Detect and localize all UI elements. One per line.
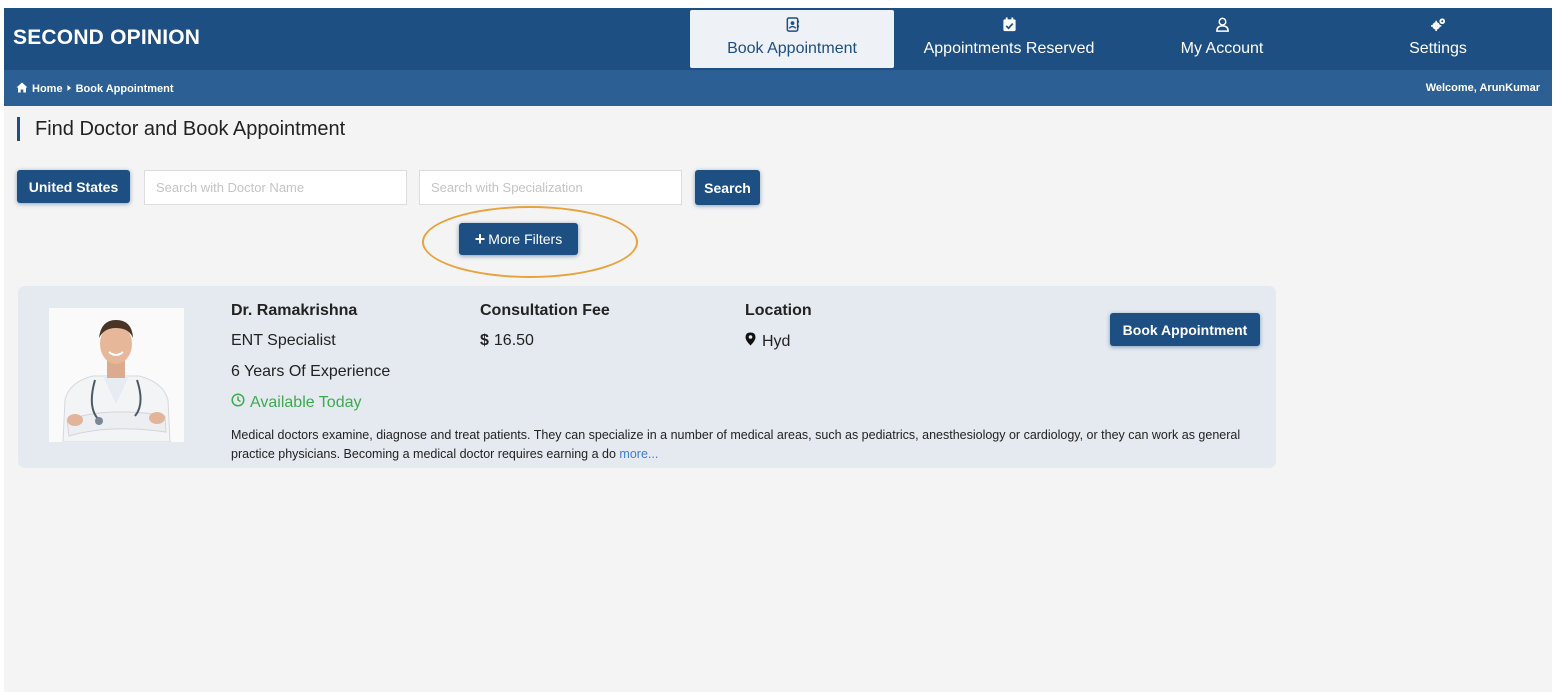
app-frame: SECOND OPINION Book Appointment Appointm… [4, 8, 1552, 692]
clock-icon [231, 393, 245, 412]
book-appointment-button[interactable]: Book Appointment [1110, 313, 1260, 346]
nav-settings[interactable]: Settings [1338, 10, 1538, 68]
page-title: Find Doctor and Book Appointment [35, 118, 346, 140]
fee-amount: 16.50 [493, 332, 534, 349]
currency-symbol: $ [480, 332, 489, 349]
doctor-specialty: ENT Specialist [231, 332, 336, 349]
doctor-location: Hyd [745, 332, 790, 351]
doctor-card: Dr. Ramakrishna ENT Specialist 6 Years O… [18, 286, 1276, 468]
nav-my-account-label: My Account [1180, 40, 1264, 57]
gears-icon [1338, 17, 1538, 37]
home-icon [16, 82, 28, 96]
consultation-fee-label: Consultation Fee [480, 302, 610, 319]
nav-book-appointment-label: Book Appointment [727, 40, 857, 57]
top-navbar: SECOND OPINION Book Appointment Appointm… [4, 8, 1552, 70]
more-filters-button[interactable]: + More Filters [459, 223, 578, 255]
availability-status: Available Today [231, 393, 362, 412]
breadcrumb-current: Book Appointment [75, 83, 174, 95]
contact-book-icon [690, 17, 894, 37]
doctor-name-search-input[interactable] [144, 170, 407, 205]
specialization-search-input[interactable] [419, 170, 682, 205]
breadcrumb-bar: Home Book Appointment Welcome, ArunKumar [4, 70, 1552, 106]
location-value: Hyd [762, 332, 791, 350]
brand-logo-text[interactable]: SECOND OPINION [13, 26, 200, 50]
location-label: Location [745, 302, 812, 319]
doctor-experience: 6 Years Of Experience [231, 363, 391, 380]
nav-appointments-reserved[interactable]: Appointments Reserved [909, 10, 1109, 68]
doctor-photo [49, 308, 184, 442]
welcome-text: Welcome, ArunKumar [1425, 82, 1540, 94]
nav-my-account[interactable]: My Account [1122, 10, 1322, 68]
country-selector-button[interactable]: United States [17, 170, 130, 203]
availability-label: Available Today [250, 393, 362, 411]
page-title-block: Find Doctor and Book Appointment [17, 117, 345, 141]
nav-appointments-reserved-label: Appointments Reserved [923, 40, 1095, 57]
doctor-description: Medical doctors examine, diagnose and tr… [231, 426, 1271, 464]
more-filters-label: More Filters [488, 231, 563, 247]
description-text: Medical doctors examine, diagnose and tr… [231, 428, 1241, 461]
doctor-name[interactable]: Dr. Ramakrishna [231, 302, 357, 320]
breadcrumb-home[interactable]: Home [32, 83, 63, 95]
plus-icon: + [474, 229, 486, 249]
calendar-check-icon [909, 17, 1109, 37]
nav-settings-label: Settings [1409, 40, 1467, 57]
map-marker-icon [745, 332, 756, 351]
consultation-fee: $ 16.50 [480, 332, 534, 350]
breadcrumb: Home Book Appointment [16, 82, 174, 96]
user-icon [1122, 17, 1322, 37]
search-button[interactable]: Search [695, 170, 760, 205]
read-more-link[interactable]: more... [619, 447, 658, 461]
caret-right-icon [66, 83, 72, 95]
nav-book-appointment[interactable]: Book Appointment [690, 10, 894, 68]
